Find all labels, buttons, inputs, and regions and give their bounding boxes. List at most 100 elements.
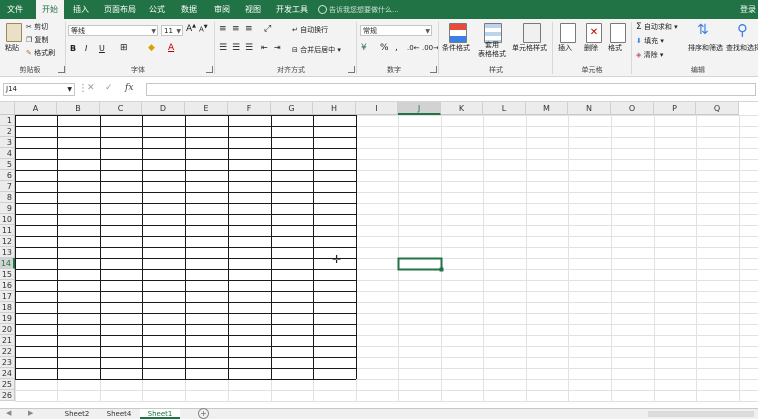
formula-bar: J14 ▼ ⋮ ✕ ✓ fx: [0, 77, 758, 102]
chevron-down-icon: ▼: [151, 28, 156, 35]
wrap-text-button[interactable]: ↵ 自动换行: [292, 25, 328, 35]
percent-button[interactable]: %: [380, 43, 389, 53]
merge-center-button[interactable]: ⊟ 合并后居中 ▾: [292, 45, 341, 55]
bold-button[interactable]: B: [70, 44, 76, 53]
group-label-alignment: 对齐方式: [277, 66, 305, 74]
cell-area[interactable]: [0, 102, 758, 408]
font-size-select[interactable]: 11 ▼: [161, 25, 183, 36]
border-icon[interactable]: ⊞: [120, 43, 128, 53]
number-format-select[interactable]: 常规 ▼: [360, 25, 432, 36]
tab-file[interactable]: 文件: [4, 0, 26, 19]
italic-button[interactable]: I: [85, 44, 87, 53]
magnifier-icon[interactable]: ⚲: [737, 21, 748, 39]
prev-sheet-icon[interactable]: ◀: [6, 409, 11, 417]
grow-font-button[interactable]: A▲: [186, 23, 196, 34]
comma-button[interactable]: ,: [395, 43, 398, 53]
cell-styles-icon[interactable]: [523, 23, 541, 43]
delete-button[interactable]: 删除: [584, 43, 598, 53]
table-format-icon[interactable]: [484, 23, 502, 43]
font-name-select[interactable]: 等线 ▼: [68, 25, 158, 36]
format-button[interactable]: 格式: [608, 43, 622, 53]
eraser-icon: ◈: [636, 51, 642, 59]
group-label-clipboard: 剪贴板: [19, 66, 41, 74]
find-select-button[interactable]: 查找和选择: [726, 43, 758, 53]
conditional-format-icon[interactable]: [449, 23, 467, 43]
tab-developer[interactable]: 开发工具: [273, 0, 311, 19]
tab-formulas[interactable]: 公式: [146, 0, 168, 19]
currency-icon[interactable]: ¥: [361, 43, 367, 53]
worksheet-grid[interactable]: ABCDEFGHIJKLMNOPQ 1 2 3 4 5 6 7 8 9 10 11 12 13 14 15 1…: [0, 102, 758, 408]
align-center-icon[interactable]: ☰: [232, 43, 240, 53]
group-label-cells: 单元格: [581, 66, 603, 74]
align-left-icon[interactable]: ☰: [219, 43, 227, 53]
font-color-icon[interactable]: A: [168, 43, 174, 53]
insert-cells-icon[interactable]: [560, 23, 576, 43]
clipboard-launcher-icon[interactable]: [58, 66, 65, 73]
chevron-down-icon: ▼: [67, 86, 72, 93]
horizontal-scrollbar[interactable]: [648, 411, 754, 417]
paste-button[interactable]: 粘贴: [5, 43, 19, 53]
alignment-launcher-icon[interactable]: [348, 66, 355, 73]
tab-home[interactable]: 开始: [36, 0, 64, 20]
login-link[interactable]: 登录: [740, 0, 756, 19]
name-box[interactable]: J14 ▼: [3, 83, 75, 96]
fill-color-icon[interactable]: ◆: [148, 43, 155, 53]
decrease-indent-icon[interactable]: ⇤: [261, 43, 268, 52]
group-label-styles: 样式: [489, 66, 503, 74]
align-bottom-icon[interactable]: ≡: [245, 24, 253, 34]
increase-indent-icon[interactable]: ⇥: [274, 43, 281, 52]
format-as-table-button[interactable]: 套用 表格格式: [478, 41, 506, 59]
orientation-icon[interactable]: ⤢: [264, 24, 271, 34]
copy-button[interactable]: ❐ 复制: [26, 35, 49, 45]
cell-styles-button[interactable]: 单元格样式: [512, 43, 547, 53]
chevron-down-icon: ▼: [176, 28, 181, 35]
underline-button[interactable]: U: [99, 44, 105, 53]
group-divider: [552, 22, 553, 74]
cross-cursor-icon: ✛: [332, 253, 342, 266]
conditional-format-button[interactable]: 条件格式: [442, 43, 470, 53]
scissors-icon: ✂: [26, 23, 32, 31]
tab-view[interactable]: 视图: [242, 0, 264, 19]
brush-icon: ✎: [26, 49, 32, 57]
next-sheet-icon[interactable]: ▶: [28, 409, 33, 417]
format-painter-button[interactable]: ✎ 格式刷: [26, 48, 55, 58]
paste-icon[interactable]: [6, 23, 22, 42]
insert-button[interactable]: 插入: [558, 43, 572, 53]
autosum-button[interactable]: Σ 自动求和 ▾: [636, 22, 678, 32]
align-right-icon[interactable]: ☰: [245, 43, 253, 53]
tell-me-search[interactable]: 告诉我您想要做什么...: [329, 4, 399, 16]
menu-bar: 文件 开始 插入 页面布局 公式 数据 审阅 视图 开发工具 告诉我您想要做什么…: [0, 0, 758, 20]
group-divider: [356, 22, 357, 74]
align-top-icon[interactable]: ≡: [219, 24, 227, 34]
enter-icon[interactable]: ✓: [105, 83, 113, 93]
sigma-icon: Σ: [636, 22, 642, 32]
cancel-icon[interactable]: ✕: [87, 83, 95, 93]
font-launcher-icon[interactable]: [206, 66, 213, 73]
sort-filter-button[interactable]: 排序和筛选: [688, 43, 723, 53]
insert-function-button[interactable]: fx: [125, 83, 133, 93]
tab-page-layout[interactable]: 页面布局: [101, 0, 139, 19]
format-cells-icon[interactable]: [610, 23, 626, 43]
tab-data[interactable]: 数据: [178, 0, 200, 19]
group-divider: [214, 22, 215, 74]
group-label-editing: 编辑: [691, 66, 705, 74]
align-middle-icon[interactable]: ≡: [232, 24, 240, 34]
ribbon: 粘贴 ✂ 剪切 ❐ 复制 ✎ 格式刷 剪贴板 等线 ▼ 11 ▼ A▲ A▼ B I…: [0, 19, 758, 77]
increase-decimal-icon[interactable]: .0←: [407, 44, 420, 52]
fill-button[interactable]: ⬇ 填充 ▾: [636, 36, 664, 46]
sort-filter-icon[interactable]: ⇅: [697, 22, 709, 38]
shrink-font-button[interactable]: A▼: [199, 24, 208, 33]
fill-handle[interactable]: [439, 267, 444, 272]
formula-input[interactable]: [146, 83, 756, 96]
group-divider: [65, 22, 66, 74]
clear-button[interactable]: ◈ 清除 ▾: [636, 50, 663, 60]
lightbulb-icon: [318, 5, 327, 14]
group-label-number: 数字: [387, 66, 401, 74]
tab-review[interactable]: 审阅: [211, 0, 233, 19]
tab-insert[interactable]: 插入: [70, 0, 92, 19]
add-sheet-icon[interactable]: +: [198, 408, 209, 419]
number-launcher-icon[interactable]: [430, 66, 437, 73]
cut-button[interactable]: ✂ 剪切: [26, 22, 48, 32]
delete-cells-icon[interactable]: ✕: [586, 23, 602, 43]
decrease-decimal-icon[interactable]: .00→: [422, 44, 439, 52]
